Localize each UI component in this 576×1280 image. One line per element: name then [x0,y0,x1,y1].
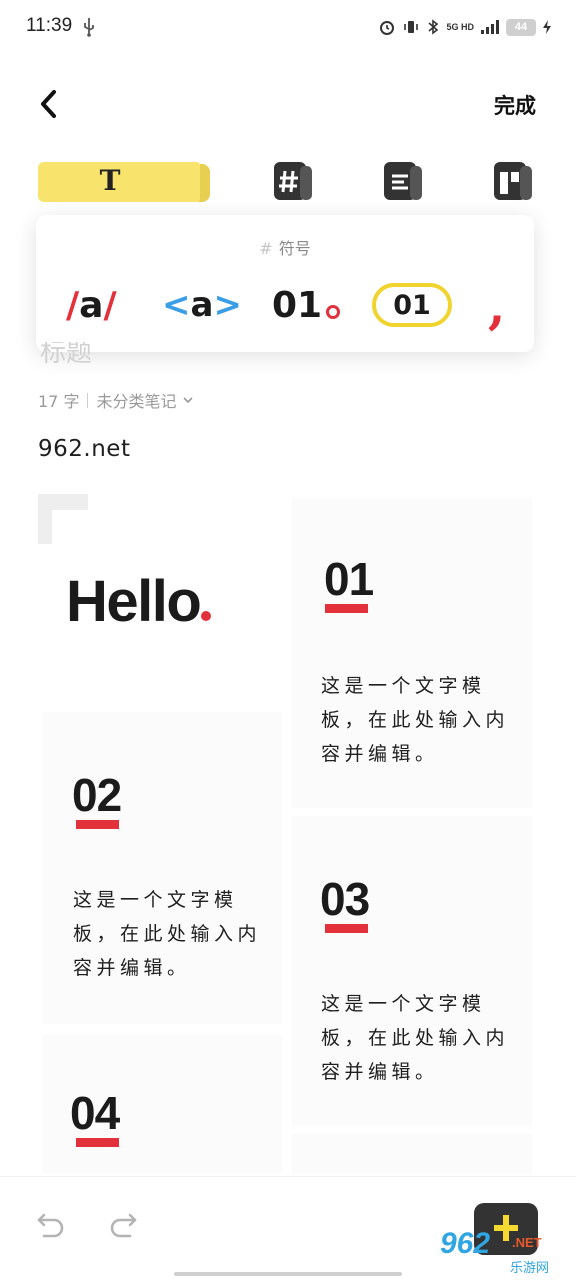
usb-icon [84,18,94,37]
status-icons: 5G HD 44 [378,14,552,40]
template-underline-03 [325,924,368,933]
symbol-option-number-pill[interactable]: 01 [372,283,452,327]
bottom-bar: 962 .NET 乐游网 [0,1176,576,1280]
battery-icon: 44 [506,18,536,36]
template-underline-01 [325,604,368,613]
symbol-icon[interactable] [270,160,316,204]
symbol-slash-left: / [66,284,80,326]
symbol-option-angle-a[interactable]: < a > [162,283,242,327]
chevron-down-icon[interactable] [182,394,194,406]
battery-level: 44 [514,21,528,33]
symbol-angle-right: > [213,285,242,325]
template-number-03: 03 [320,873,370,925]
signal-icon [481,20,499,34]
note-meta: 17 字 未分类笔记 [38,388,194,412]
symbol-popover: # 符号 / a / < a > 01 01 , [36,215,534,352]
chevron-left-icon[interactable] [34,86,64,122]
plus-icon-vertical [503,1215,509,1241]
text-template[interactable]: Hello 01 这是一个文字模板，在此处输入内容并编辑。 02 这是一个文字模… [38,494,536,1174]
charging-icon [543,20,551,34]
text-style-button[interactable]: T [38,162,212,204]
ring-dot-icon [326,305,341,319]
note-body-line[interactable]: 962.net [38,436,130,462]
format-toolbar: T [0,158,576,210]
symbol-number: 01 [393,289,431,321]
note-title-text: 标题 [40,342,93,366]
template-hello: Hello [66,568,212,635]
symbol-slash-right: / [103,284,117,326]
word-count: 17 字 [38,392,80,411]
hash-icon: # [259,239,273,258]
popover-title: # 符号 [36,235,534,259]
editor-header: 完成 [0,80,576,130]
vibrate-icon [404,21,419,33]
note-title[interactable]: 标题 [40,342,92,366]
template-underline-02 [76,820,119,829]
corner-bracket-decoration [38,494,88,544]
template-card-05 [292,1134,532,1174]
symbol-option-slash-a[interactable]: / a / [66,283,117,327]
symbol-number: 01 [272,284,323,326]
text-style-icon: T [99,164,121,197]
template-number-01: 01 [324,553,374,605]
watermark-logo: 962 [440,1227,491,1260]
template-text-03: 这是一个文字模板，在此处输入内容并编辑。 [321,993,510,1083]
symbol-option-comma[interactable]: , [488,276,505,335]
symbol-comma: , [488,275,506,335]
popover-title-text: 符号 [278,239,311,258]
template-number-04: 04 [70,1087,120,1139]
redo-icon[interactable] [106,1207,140,1241]
meta-divider [87,392,89,408]
template-number-02: 02 [72,769,122,821]
template-underline-04 [76,1138,119,1147]
undo-icon[interactable] [34,1207,68,1241]
symbol-option-number-dot[interactable]: 01 [272,283,341,327]
layout-icon[interactable] [490,160,536,204]
done-button[interactable]: 完成 [494,90,536,120]
template-text-02: 这是一个文字模板，在此处输入内容并编辑。 [73,889,262,979]
symbol-letter: a [79,284,104,326]
network-type: 5G HD [446,21,474,32]
symbol-angle-left: < [162,285,191,325]
hello-dot-icon [201,611,212,621]
template-text-01: 这是一个文字模板，在此处输入内容并编辑。 [321,675,510,765]
home-indicator[interactable] [174,1272,402,1276]
symbol-letter: a [190,285,214,325]
list-icon[interactable] [380,160,426,204]
status-time: 11:39 [26,15,73,36]
bluetooth-icon [428,19,439,35]
status-bar: 11:39 5G HD 44 [0,0,576,56]
watermark-net: .NET [512,1235,542,1250]
hello-text: Hello [66,569,202,634]
alarm-icon [380,21,395,35]
category-dropdown[interactable]: 未分类笔记 [96,388,176,412]
watermark-site-name: 乐游网 [510,1261,550,1276]
